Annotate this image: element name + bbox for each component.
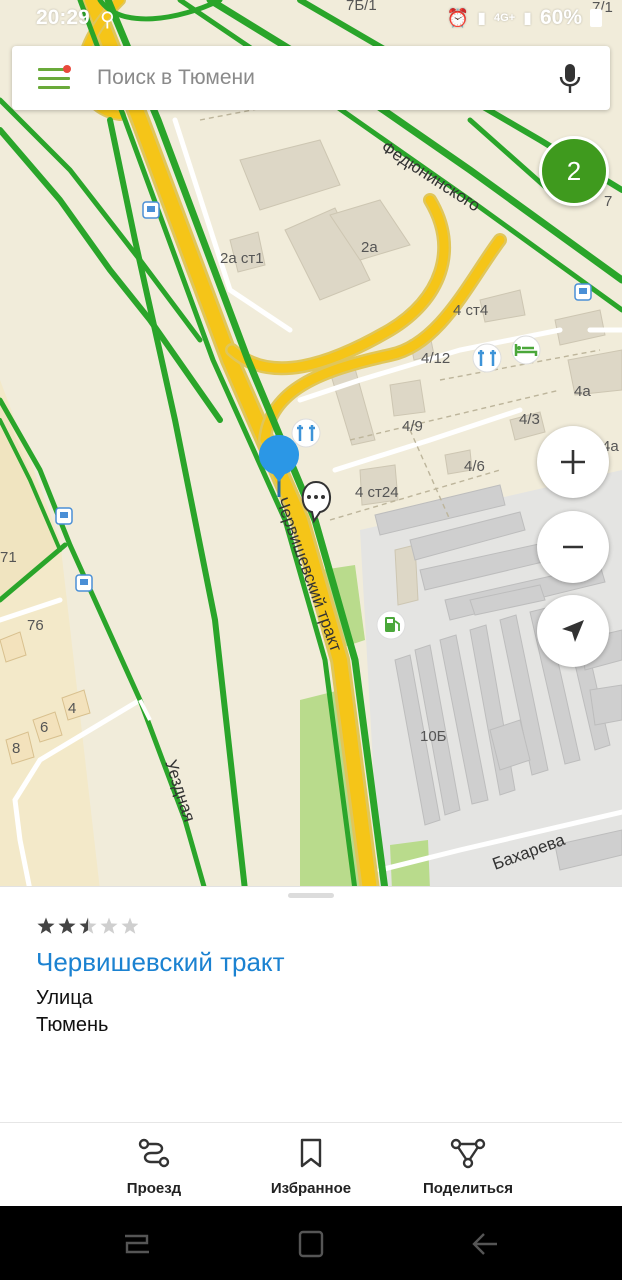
- building-label: 8: [12, 740, 20, 757]
- share-button[interactable]: Поделиться: [393, 1137, 543, 1197]
- car-service-poi-icon[interactable]: [472, 343, 502, 373]
- signal-icon: ▮: [523, 10, 532, 27]
- bus-stop-icon[interactable]: [142, 201, 160, 219]
- drag-handle[interactable]: [288, 893, 334, 898]
- plus-icon: [561, 450, 585, 474]
- battery-icon: [590, 9, 602, 27]
- back-icon[interactable]: [465, 1226, 505, 1262]
- recent-apps-icon[interactable]: [117, 1226, 157, 1262]
- status-icons: ⏰ ▮ 4G+ ▮ 60%: [447, 6, 602, 30]
- lte-icon: 4G+: [494, 12, 516, 24]
- favorites-label: Избранное: [270, 1180, 352, 1197]
- zoom-in-button[interactable]: [537, 426, 609, 498]
- navigation-arrow-icon: [562, 620, 584, 642]
- star-icon: [37, 917, 55, 934]
- building-label: 2а: [361, 239, 378, 256]
- alarm-icon: ⏰: [446, 7, 470, 28]
- notification-dot: [63, 65, 71, 73]
- building-label: 4: [68, 700, 76, 717]
- place-city: Тюмень: [36, 1014, 109, 1036]
- map-canvas[interactable]: Федюнинского Червишевский тракт Уездная …: [0, 0, 622, 890]
- star-icon: [100, 917, 118, 934]
- rating-stars: [36, 916, 138, 936]
- battery-percent: 60%: [539, 6, 582, 29]
- bookmark-icon: [300, 1138, 322, 1168]
- status-time: 20:29: [36, 6, 90, 29]
- building-label: 2а ст1: [220, 250, 264, 267]
- building-label: 4/12: [421, 350, 450, 367]
- star-icon: [121, 917, 138, 934]
- place-card[interactable]: Червишевский тракт Улица Тюмень: [0, 886, 622, 1123]
- gas-station-poi-icon[interactable]: [376, 610, 406, 640]
- map-view[interactable]: Федюнинского Червишевский тракт Уездная …: [0, 0, 622, 890]
- building-label: 4/3: [519, 411, 540, 428]
- building-label: 4 ст24: [355, 484, 399, 501]
- favorites-button[interactable]: Избранное: [236, 1137, 386, 1197]
- star-icon: [58, 917, 76, 934]
- search-bar[interactable]: Поиск в Тюмени: [12, 46, 610, 110]
- place-type: Улица: [36, 987, 93, 1009]
- share-icon: [450, 1138, 486, 1169]
- building-label: 6: [40, 719, 48, 736]
- search-notification-icon: ⚲: [100, 9, 115, 31]
- signal-icon: ▮: [477, 10, 487, 27]
- search-input[interactable]: Поиск в Тюмени: [97, 66, 255, 90]
- building-label: 7: [604, 193, 612, 210]
- route-icon: [138, 1138, 170, 1168]
- building-label: 4а: [574, 383, 591, 400]
- bus-stop-icon[interactable]: [75, 574, 93, 592]
- system-nav-bar: [0, 1206, 622, 1280]
- minus-icon: [563, 545, 583, 549]
- building-label: 4/9: [402, 418, 423, 435]
- building-label: 71: [0, 549, 17, 566]
- bus-stop-icon[interactable]: [574, 283, 592, 301]
- home-icon[interactable]: [291, 1226, 331, 1262]
- status-bar: 20:29 ⚲ ⏰ ▮ 4G+ ▮ 60%: [0, 0, 622, 36]
- my-location-button[interactable]: [537, 595, 609, 667]
- cluster-count-badge[interactable]: 2: [539, 136, 609, 206]
- star-icon: [79, 917, 97, 934]
- share-label: Поделиться: [422, 1180, 514, 1197]
- zoom-out-button[interactable]: [537, 511, 609, 583]
- building-label: 4/6: [464, 458, 485, 475]
- building-label: 76: [27, 617, 44, 634]
- building-label: 4 ст4: [453, 302, 488, 319]
- hotel-poi-icon[interactable]: [511, 335, 541, 365]
- microphone-icon[interactable]: [558, 62, 582, 96]
- bus-stop-icon[interactable]: [55, 507, 73, 525]
- car-service-poi-icon[interactable]: [291, 418, 321, 448]
- action-bar: Проезд Избранное Поделиться: [0, 1122, 622, 1207]
- star-rating-icon: [37, 917, 138, 934]
- building-label: 10Б: [420, 728, 447, 745]
- place-name: Червишевский тракт: [36, 947, 285, 977]
- route-label: Проезд: [126, 1180, 182, 1197]
- route-button[interactable]: Проезд: [79, 1137, 229, 1197]
